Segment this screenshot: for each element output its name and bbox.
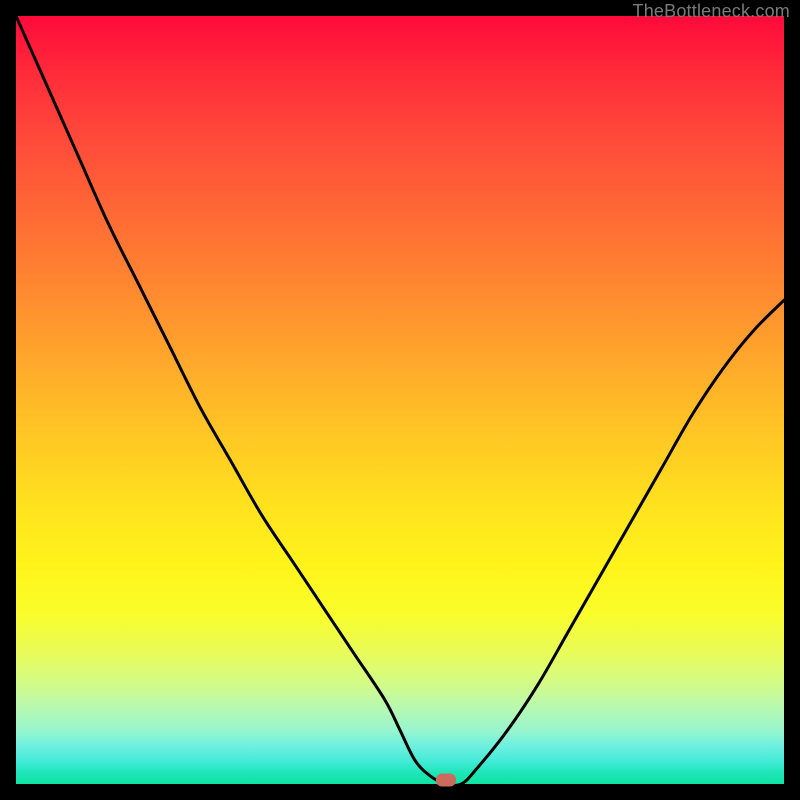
bottleneck-curve: [16, 16, 784, 784]
chart-plot-area: [16, 16, 784, 784]
watermark-text: TheBottleneck.com: [633, 1, 790, 22]
chart-frame: TheBottleneck.com: [0, 0, 800, 800]
optimal-point-marker: [436, 774, 456, 787]
